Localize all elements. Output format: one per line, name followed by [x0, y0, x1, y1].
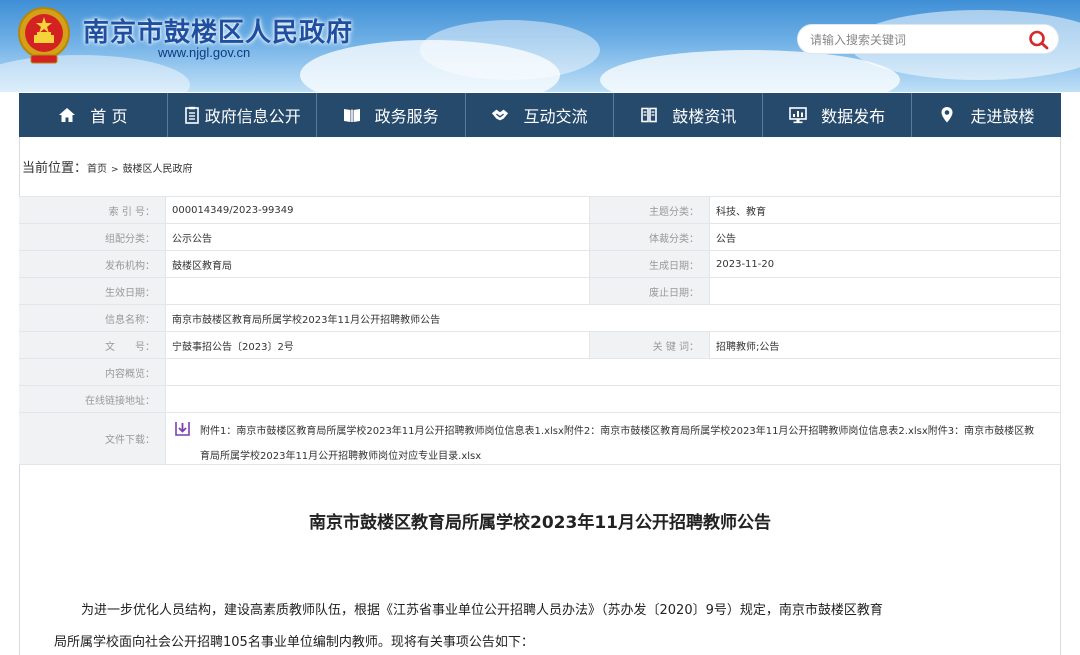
doc-number-value: 宁鼓事招公告〔2023〕2号	[166, 332, 590, 358]
index-value: 000014349/2023-99349	[166, 197, 590, 223]
effective-date-label: 生效日期：	[19, 278, 166, 304]
breadcrumb: 当前位置： 首页 > 鼓楼区人民政府	[22, 157, 193, 176]
publisher-label: 发布机构：	[19, 251, 166, 277]
main-nav: 首 页 政府信息公开 政务服务 互动交流 鼓楼资讯 数据发布 走进鼓楼	[19, 93, 1061, 137]
attachment-link[interactable]: 育局所属学校2023年11月公开招聘教师岗位对应专业目录.xlsx	[200, 444, 1034, 469]
nav-item-news[interactable]: 鼓楼资讯	[614, 93, 764, 137]
info-name-label: 信息名称：	[19, 305, 166, 331]
nav-item-home[interactable]: 首 页	[19, 93, 168, 137]
nav-item-data[interactable]: 数据发布	[763, 93, 913, 137]
national-emblem-icon	[17, 6, 71, 66]
location-icon	[938, 106, 956, 124]
summary-value	[166, 359, 1061, 385]
category-label: 组配分类：	[19, 224, 166, 250]
download-value: 附件1：南京市鼓楼区教育局所属学校2023年11月公开招聘教师岗位信息表1.xl…	[166, 413, 1061, 464]
breadcrumb-separator: >	[111, 165, 119, 175]
search-box	[797, 24, 1059, 54]
meta-row: 在线链接地址：	[19, 386, 1061, 413]
search-icon	[1029, 30, 1049, 50]
nav-label: 走进鼓楼	[970, 107, 1035, 126]
online-link-value	[166, 386, 1061, 412]
breadcrumb-home-link[interactable]: 首页	[87, 160, 107, 175]
topic-value: 科技、教育	[710, 197, 1061, 223]
meta-row: 发布机构： 鼓楼区教育局 生成日期： 2023-11-20	[19, 251, 1061, 278]
document-icon	[183, 106, 201, 124]
nav-label: 首 页	[90, 107, 128, 126]
effective-date-value	[166, 278, 590, 304]
cloud-decoration	[600, 50, 900, 92]
nav-label: 互动交流	[523, 107, 588, 126]
paragraph-line: 局所属学校面向社会公开招聘105名事业单位编制内教师。现将有关事项公告如下：	[54, 635, 534, 650]
download-icon	[175, 421, 190, 436]
meta-row: 组配分类： 公示公告 体裁分类： 公告	[19, 224, 1061, 251]
meta-row: 信息名称： 南京市鼓楼区教育局所属学校2023年11月公开招聘教师公告	[19, 305, 1061, 332]
nav-item-gov-info[interactable]: 政府信息公开	[168, 93, 317, 137]
meta-row: 文件下载： 附件1：南京市鼓楼区教育局所属学校2023年11月公开招聘教师岗位信…	[19, 413, 1061, 465]
genre-label: 体裁分类：	[590, 224, 710, 250]
monitor-icon	[789, 106, 807, 124]
doc-number-label: 文 号：	[19, 332, 166, 358]
publisher-value: 鼓楼区教育局	[166, 251, 590, 277]
attachment-list: 附件1：南京市鼓楼区教育局所属学校2023年11月公开招聘教师岗位信息表1.xl…	[200, 419, 1034, 469]
cloud-decoration	[420, 20, 600, 80]
breadcrumb-label: 当前位置：	[22, 161, 88, 176]
info-name-value: 南京市鼓楼区教育局所属学校2023年11月公开招聘教师公告	[166, 305, 1061, 331]
site-header: 南京市鼓楼区人民政府 www.njgl.gov.cn	[0, 0, 1080, 92]
book-icon	[343, 106, 361, 124]
handshake-icon	[491, 106, 509, 124]
home-icon	[58, 106, 76, 124]
abolish-date-label: 废止日期：	[590, 278, 710, 304]
meta-row: 索 引 号： 000014349/2023-99349 主题分类： 科技、教育	[19, 197, 1061, 224]
nav-label: 政府信息公开	[204, 107, 301, 126]
paragraph-line: 为进一步优化人员结构，建设高素质教师队伍，根据《江苏省事业单位公开招聘人员办法》…	[81, 603, 883, 618]
search-input[interactable]	[810, 29, 1020, 51]
breadcrumb-current-link[interactable]: 鼓楼区人民政府	[123, 160, 193, 175]
search-button[interactable]	[1028, 30, 1050, 50]
nav-label: 政务服务	[374, 107, 439, 126]
index-label: 索 引 号：	[19, 197, 166, 223]
news-icon	[640, 106, 658, 124]
article-paragraph: 为进一步优化人员结构，建设高素质教师队伍，根据《江苏省事业单位公开招聘人员办法》…	[54, 595, 954, 655]
created-date-label: 生成日期：	[590, 251, 710, 277]
info-meta-table: 索 引 号： 000014349/2023-99349 主题分类： 科技、教育 …	[19, 196, 1061, 465]
meta-row: 文 号： 宁鼓事招公告〔2023〕2号 关 键 词： 招聘教师;公告	[19, 332, 1061, 359]
meta-row: 内容概览：	[19, 359, 1061, 386]
attachment-link[interactable]: 附件1：南京市鼓楼区教育局所属学校2023年11月公开招聘教师岗位信息表1.xl…	[200, 419, 1034, 444]
site-title[interactable]: 南京市鼓楼区人民政府	[83, 12, 353, 49]
online-link-label: 在线链接地址：	[19, 386, 166, 412]
nav-item-services[interactable]: 政务服务	[317, 93, 466, 137]
summary-label: 内容概览：	[19, 359, 166, 385]
abolish-date-value	[710, 278, 1061, 304]
download-label: 文件下载：	[19, 413, 166, 464]
keywords-label: 关 键 词：	[590, 332, 710, 358]
article-title: 南京市鼓楼区教育局所属学校2023年11月公开招聘教师公告	[309, 513, 771, 533]
genre-value: 公告	[710, 224, 1061, 250]
keywords-value: 招聘教师;公告	[710, 332, 1061, 358]
nav-item-interaction[interactable]: 互动交流	[466, 93, 615, 137]
created-date-value: 2023-11-20	[710, 251, 1061, 277]
nav-label: 数据发布	[821, 107, 886, 126]
site-url: www.njgl.gov.cn	[158, 45, 251, 60]
topic-label: 主题分类：	[590, 197, 710, 223]
nav-label: 鼓楼资讯	[672, 107, 737, 126]
nav-item-about[interactable]: 走进鼓楼	[912, 93, 1061, 137]
category-value: 公示公告	[166, 224, 590, 250]
meta-row: 生效日期： 废止日期：	[19, 278, 1061, 305]
